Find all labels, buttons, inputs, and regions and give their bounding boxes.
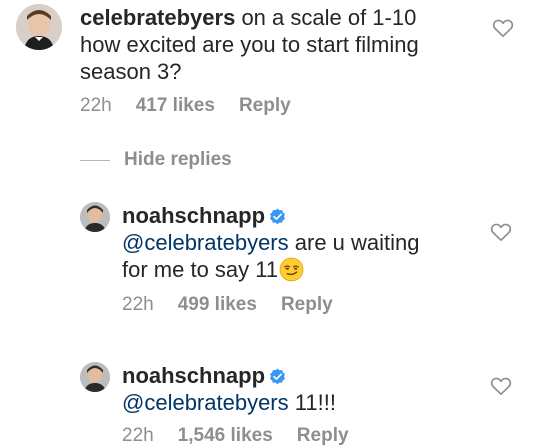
reply-username[interactable]: noahschnapp [122,203,265,228]
verified-badge-icon [269,208,286,225]
reply-reply-button[interactable]: Reply [297,425,349,446]
verified-badge-icon [269,368,286,385]
reply-noahschnapp-1: noahschnapp @celebratebyers are u waitin… [0,196,540,326]
reply-time: 22h [122,294,154,315]
like-button[interactable] [490,222,512,242]
reply-body-line1: are u waiting [288,230,420,255]
comment-time: 22h [80,95,112,116]
reply-meta: 22h 1,546 likes Reply [122,425,373,447]
reply-time: 22h [122,425,154,446]
comment-body-line1: on a scale of 1-10 [235,5,417,30]
avatar[interactable] [16,4,62,50]
comment-reply-button[interactable]: Reply [239,95,291,116]
like-button[interactable] [490,376,512,396]
comment-username[interactable]: celebratebyers [80,5,235,30]
heart-outline-icon [490,223,512,241]
comment-body-line2: how excited are you to start filming [80,32,419,57]
smirking-face-emoji [279,257,304,282]
comment-meta: 22h 417 likes Reply [80,95,315,117]
comment-body-line3: season 3? [80,59,182,84]
avatar[interactable] [80,202,110,232]
comment-likes[interactable]: 417 likes [136,95,215,116]
avatar[interactable] [80,362,110,392]
reply-likes[interactable]: 1,546 likes [178,425,273,446]
divider-line [80,159,110,161]
reply-noahschnapp-2: noahschnapp @celebratebyers 11!!! 22h 1,5… [0,356,540,447]
reply-body-line1: 11!!! [288,390,336,415]
like-button[interactable] [492,18,514,38]
reply-text: noahschnapp @celebratebyers 11!!! [122,362,482,416]
heart-outline-icon [490,377,512,395]
comment-text: celebratebyers on a scale of 1-10 how ex… [80,4,480,85]
reply-username[interactable]: noahschnapp [122,363,265,388]
reply-reply-button[interactable]: Reply [281,294,333,315]
reply-text: noahschnapp @celebratebyers are u waitin… [122,202,482,283]
reply-meta: 22h 499 likes Reply [122,294,357,316]
comment-celebratebyers: celebratebyers on a scale of 1-10 how ex… [0,0,540,130]
hide-replies-label: Hide replies [124,149,232,170]
reply-body-line2: for me to say 11 [122,257,279,282]
hide-replies-toggle[interactable]: Hide replies [80,148,232,172]
reply-mention[interactable]: @celebratebyers [122,390,289,415]
reply-likes[interactable]: 499 likes [178,294,257,315]
heart-outline-icon [492,19,514,37]
reply-mention[interactable]: @celebratebyers [122,230,289,255]
